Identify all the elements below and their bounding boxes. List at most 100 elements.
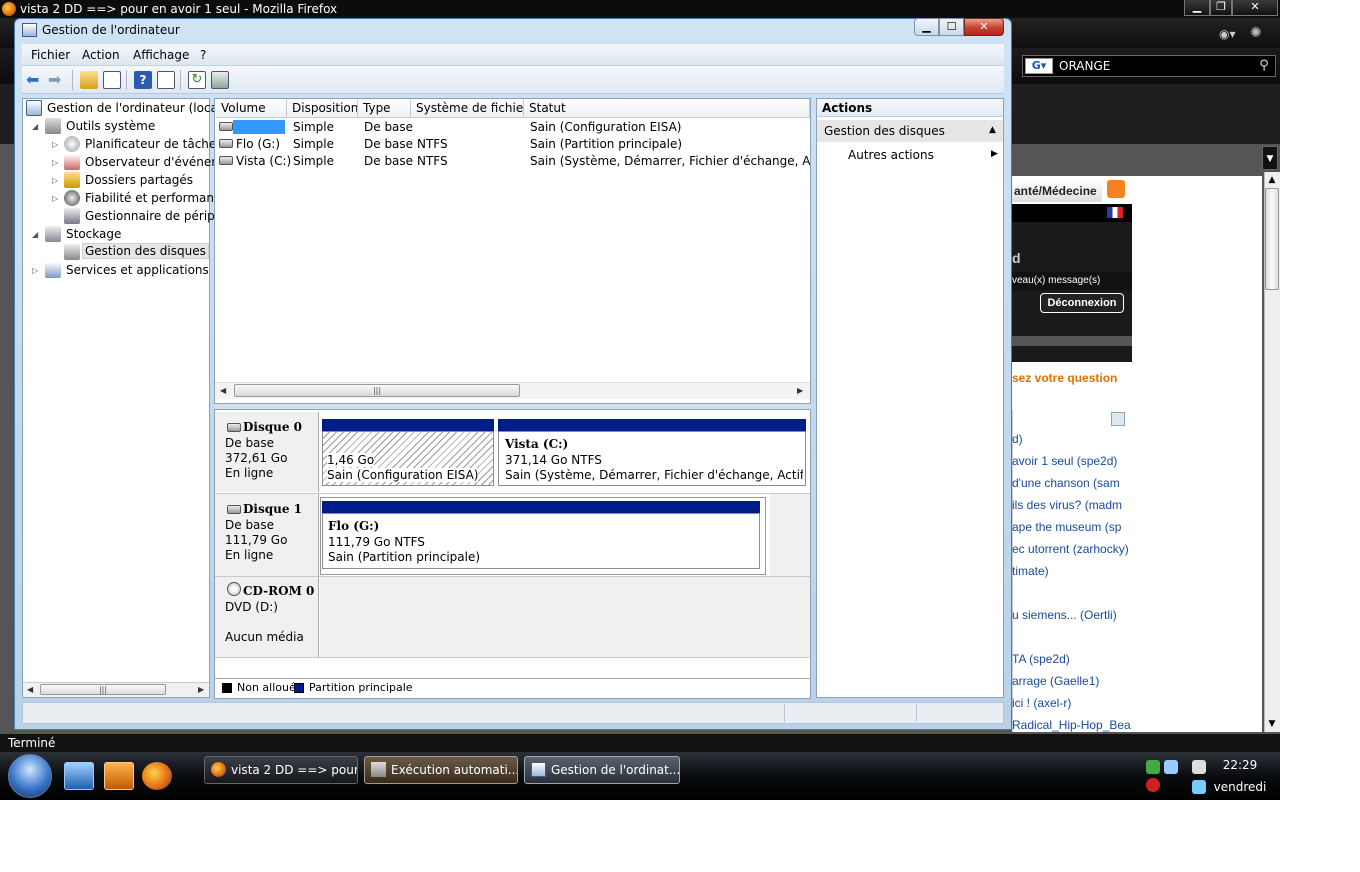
ask-question-link[interactable]: sez votre question: [1012, 371, 1117, 385]
actions-section-disk-management[interactable]: Gestion des disques: [817, 120, 1003, 142]
web-messages-link[interactable]: veau(x) message(s): [1012, 272, 1132, 290]
rss-small-icon[interactable]: [1111, 412, 1125, 426]
expand-icon[interactable]: ▷: [52, 176, 58, 185]
media-player-icon[interactable]: [104, 762, 134, 790]
clock-time[interactable]: 22:29: [1210, 758, 1270, 772]
scroll-left-icon[interactable]: ◀: [220, 386, 226, 395]
scroll-up-icon[interactable]: ▲: [1265, 173, 1279, 187]
menu-help[interactable]: ?: [200, 48, 206, 62]
properties-icon[interactable]: [157, 71, 175, 89]
up-folder-icon[interactable]: [80, 71, 98, 89]
refresh-icon[interactable]: ↻: [188, 71, 206, 89]
start-orb-icon[interactable]: [8, 754, 52, 798]
web-topic-link[interactable]: d): [1012, 432, 1023, 446]
web-topic-link[interactable]: ils des virus? (madm: [1012, 498, 1122, 512]
maximize-button[interactable]: ☐: [939, 18, 964, 36]
forward-arrow-icon[interactable]: ➡: [48, 71, 66, 89]
web-topic-link[interactable]: ape the museum (sp: [1012, 520, 1121, 534]
tree-item-disk-management[interactable]: Gestion des disques: [82, 243, 209, 259]
console-tree-icon[interactable]: [103, 71, 121, 89]
tree-item-storage[interactable]: Stockage: [66, 227, 121, 241]
search-go-icon[interactable]: ⚲: [1255, 58, 1273, 74]
column-filesystem[interactable]: Système de fichiers: [411, 99, 524, 118]
disk-icon: [219, 156, 233, 165]
network2-tray-icon[interactable]: [1192, 780, 1206, 794]
tree-item-device-manager[interactable]: Gestionnaire de périphé: [85, 209, 230, 223]
expand-icon[interactable]: ▷: [52, 158, 58, 167]
logout-button[interactable]: Déconnexion: [1040, 293, 1124, 313]
web-topic-link[interactable]: Radical_Hip-Hop_Bea: [1012, 718, 1131, 732]
web-topic-link[interactable]: TA (spe2d): [1012, 652, 1070, 666]
column-status[interactable]: Statut: [524, 99, 810, 118]
flag-icon[interactable]: [1107, 207, 1123, 218]
page-scroll-thumb[interactable]: [1265, 188, 1279, 290]
collapse-icon[interactable]: ◢: [32, 122, 38, 131]
expand-icon[interactable]: ▷: [32, 266, 38, 275]
scroll-down-icon[interactable]: ▼: [1265, 717, 1279, 731]
clock-day[interactable]: vendredi: [1210, 780, 1270, 794]
column-type[interactable]: Type: [358, 99, 411, 118]
users-tray-icon[interactable]: [1164, 760, 1178, 774]
web-topic-link[interactable]: arrage (Gaelle1): [1012, 674, 1099, 688]
tree-root[interactable]: Gestion de l'ordinateur (local): [47, 101, 226, 115]
back-arrow-icon[interactable]: ⬅: [26, 71, 44, 89]
tab-list-button[interactable]: ▼: [1262, 146, 1278, 170]
show-desktop-icon[interactable]: [64, 762, 94, 790]
antivirus-tray-icon[interactable]: [1146, 778, 1160, 792]
search-engine-label: G: [1031, 59, 1041, 72]
cell-status: Sain (Configuration EISA): [530, 120, 682, 134]
scroll-left-icon[interactable]: ◀: [27, 685, 33, 694]
web-topic-link[interactable]: d'une chanson (sam: [1012, 476, 1120, 490]
firefox-search-input[interactable]: ORANGE: [1022, 55, 1276, 77]
web-topic-link[interactable]: avoir 1 seul (spe2d): [1012, 454, 1117, 468]
firefox-minimize-button[interactable]: ▁: [1184, 0, 1210, 16]
collapse-up-icon[interactable]: ▲: [989, 125, 996, 135]
console-tree: [22, 98, 210, 698]
column-disposition[interactable]: Disposition: [287, 99, 358, 118]
firefox-addon-icon[interactable]: ◉▾: [1219, 27, 1236, 41]
web-topic-link[interactable]: ec utorrent (zarhocky): [1012, 542, 1129, 556]
minimize-button[interactable]: ▁: [914, 18, 939, 36]
web-category-tab[interactable]: anté/Médecine: [1012, 180, 1102, 202]
firefox-restore-button[interactable]: ❐: [1210, 0, 1232, 16]
volume-list-scroll-thumb[interactable]: |||: [234, 384, 520, 397]
menu-affichage[interactable]: Affichage: [133, 48, 189, 62]
power-tray-icon[interactable]: [1192, 760, 1206, 774]
action-more-actions[interactable]: Autres actions: [848, 148, 934, 162]
menu-action[interactable]: Action: [82, 48, 120, 62]
expand-icon[interactable]: ▷: [52, 140, 58, 149]
scroll-right-icon[interactable]: ▶: [797, 386, 803, 395]
expand-icon[interactable]: ▷: [52, 194, 58, 203]
rss-icon[interactable]: [1107, 180, 1125, 198]
scroll-right-icon[interactable]: ▶: [198, 685, 204, 694]
help-icon[interactable]: ?: [134, 71, 152, 89]
cell-disposition: Simple: [293, 120, 334, 134]
tree-item-event-viewer[interactable]: Observateur d'événeme: [85, 155, 230, 169]
close-button[interactable]: ✕: [964, 18, 1004, 36]
search-engine-icon[interactable]: G▾: [1025, 58, 1053, 74]
taskbar-button-firefox[interactable]: vista 2 DD ==> pour...: [204, 756, 358, 784]
firefox-quicklaunch-icon[interactable]: [142, 762, 172, 790]
collapse-icon[interactable]: ◢: [32, 230, 38, 239]
tree-scroll-thumb[interactable]: |||: [40, 684, 166, 695]
export-icon[interactable]: [211, 71, 229, 89]
web-username: d: [1012, 250, 1021, 266]
firefox-close-button[interactable]: ✕: [1232, 0, 1278, 16]
column-volume[interactable]: Volume: [216, 99, 287, 118]
web-topic-link[interactable]: u siemens... (Oertli): [1012, 608, 1117, 622]
submenu-arrow-icon[interactable]: ▶: [991, 149, 998, 159]
tree-item-shared-folders[interactable]: Dossiers partagés: [85, 173, 193, 187]
disk-state: Aucun média: [225, 630, 304, 644]
taskbar-button-computer-management[interactable]: Gestion de l'ordinat...: [524, 756, 680, 784]
tree-item-reliability[interactable]: Fiabilité et performance: [85, 191, 228, 205]
disk-row-separator: [215, 657, 810, 658]
computer-management-icon: [26, 100, 42, 116]
tree-item-services[interactable]: Services et applications: [66, 263, 209, 277]
web-topic-link[interactable]: timate): [1012, 564, 1049, 578]
web-topic-link[interactable]: ici ! (axel-r): [1012, 696, 1071, 710]
taskbar-button-autoplay[interactable]: Exécution automati...: [364, 756, 518, 784]
menu-fichier[interactable]: Fichier: [31, 48, 70, 62]
tree-item-system-tools[interactable]: Outils système: [66, 119, 155, 133]
tree-item-task-scheduler[interactable]: Planificateur de tâches: [85, 137, 223, 151]
network-tray-icon[interactable]: [1146, 760, 1160, 774]
